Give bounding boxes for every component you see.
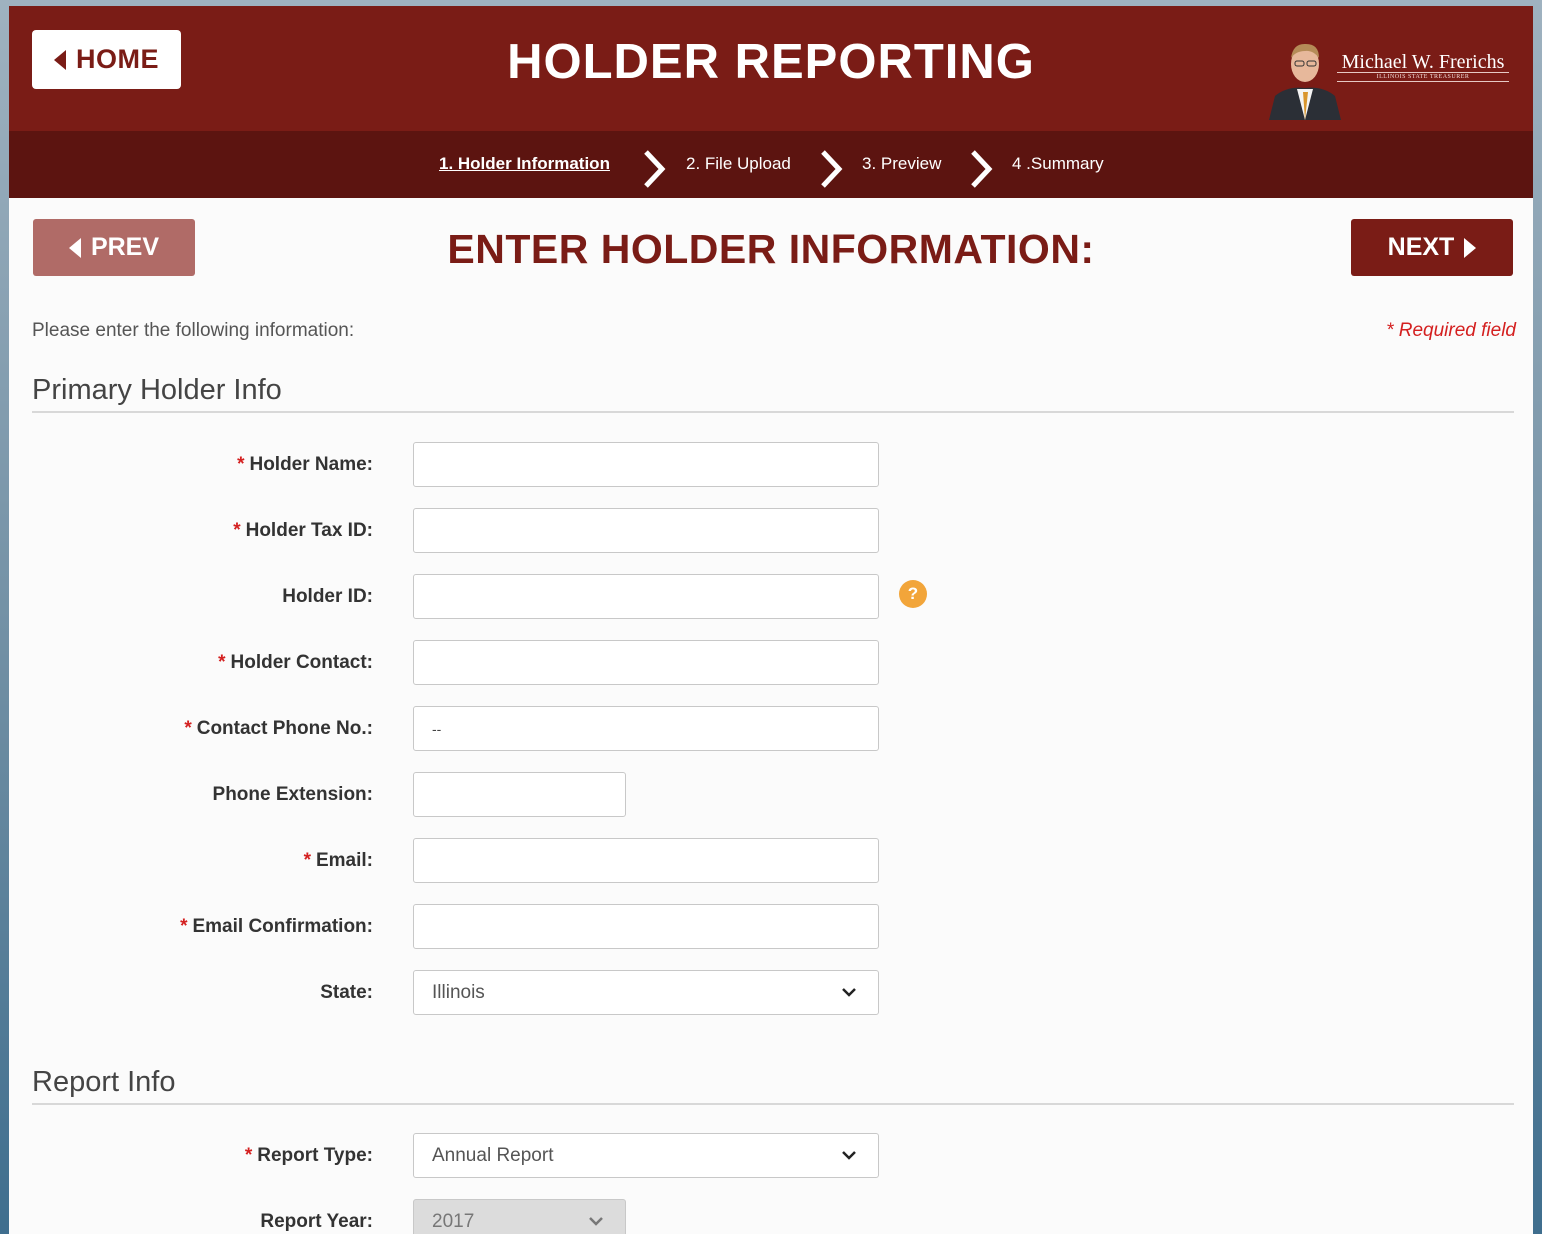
- report-year-select-value: 2017: [432, 1210, 475, 1232]
- report-type-select[interactable]: Annual Report: [413, 1133, 879, 1178]
- email-input[interactable]: [413, 838, 879, 883]
- brand-name: Michael W. Frerichs: [1341, 51, 1505, 73]
- section-divider: [32, 411, 1514, 413]
- required-marker: *: [244, 1145, 253, 1166]
- holder-name-label: * Holder Name:: [237, 454, 373, 475]
- step-preview[interactable]: 3. Preview: [862, 154, 941, 174]
- treasurer-portrait-icon: [1267, 34, 1343, 120]
- next-button-label: NEXT: [1387, 233, 1455, 261]
- chevron-down-icon: [589, 1217, 603, 1226]
- section-title-report: Report Info: [32, 1066, 176, 1098]
- brand-subtitle: ILLINOIS STATE TREASURER: [1376, 74, 1470, 80]
- chevron-down-icon: [842, 988, 856, 997]
- contact-phone-input[interactable]: [413, 706, 879, 751]
- report-type-label: * Report Type:: [244, 1145, 373, 1166]
- chevron-right-icon: [644, 150, 666, 188]
- email-label: * Email:: [303, 850, 373, 871]
- header-bar: HOME HOLDER REPORTING Michael W. Frerich…: [9, 6, 1533, 131]
- step-holder-information[interactable]: 1. Holder Information: [439, 154, 610, 174]
- chevron-down-icon: [842, 1151, 856, 1160]
- intro-text: Please enter the following information:: [32, 320, 355, 341]
- page-title: ENTER HOLDER INFORMATION:: [447, 226, 1095, 272]
- email-confirmation-label: * Email Confirmation:: [180, 916, 373, 937]
- phone-extension-input[interactable]: [413, 772, 626, 817]
- required-marker: *: [180, 916, 188, 937]
- holder-id-label: Holder ID:: [282, 586, 373, 607]
- phone-extension-label: Phone Extension:: [212, 784, 373, 805]
- brand-divider: [1337, 81, 1509, 82]
- treasurer-brand: Michael W. Frerichs ILLINOIS STATE TREAS…: [1267, 34, 1512, 120]
- progress-steps: 1. Holder Information 2. File Upload 3. …: [9, 131, 1533, 198]
- brand-divider: [1337, 72, 1509, 73]
- chevron-right-icon: [821, 150, 843, 188]
- required-marker: *: [218, 652, 226, 673]
- help-icon[interactable]: ?: [899, 580, 927, 608]
- report-year-select[interactable]: 2017: [413, 1199, 626, 1234]
- required-marker: *: [303, 850, 311, 871]
- email-confirmation-input[interactable]: [413, 904, 879, 949]
- caret-right-icon: [1464, 237, 1477, 258]
- section-divider: [32, 1103, 1514, 1105]
- section-title-primary: Primary Holder Info: [32, 374, 282, 406]
- report-type-select-value: Annual Report: [432, 1144, 554, 1166]
- holder-contact-input[interactable]: [413, 640, 879, 685]
- state-select-value: Illinois: [432, 981, 485, 1003]
- step-file-upload[interactable]: 2. File Upload: [686, 154, 791, 174]
- required-marker: *: [237, 454, 245, 475]
- contact-phone-label: * Contact Phone No.:: [184, 718, 373, 739]
- required-marker: *: [184, 718, 192, 739]
- report-year-label: Report Year:: [260, 1211, 373, 1232]
- holder-id-input[interactable]: [413, 574, 879, 619]
- holder-tax-id-label: * Holder Tax ID:: [233, 520, 373, 541]
- state-label: State:: [320, 982, 373, 1003]
- required-field-note: * Required field: [1386, 320, 1516, 341]
- next-button[interactable]: NEXT: [1351, 219, 1513, 276]
- holder-contact-label: * Holder Contact:: [218, 652, 373, 673]
- app-frame: HOME HOLDER REPORTING Michael W. Frerich…: [9, 6, 1533, 1234]
- required-marker: *: [233, 520, 241, 541]
- step-summary[interactable]: 4 .Summary: [1012, 154, 1104, 174]
- chevron-right-icon: [971, 150, 993, 188]
- holder-name-input[interactable]: [413, 442, 879, 487]
- holder-tax-id-input[interactable]: [413, 508, 879, 553]
- state-select[interactable]: Illinois: [413, 970, 879, 1015]
